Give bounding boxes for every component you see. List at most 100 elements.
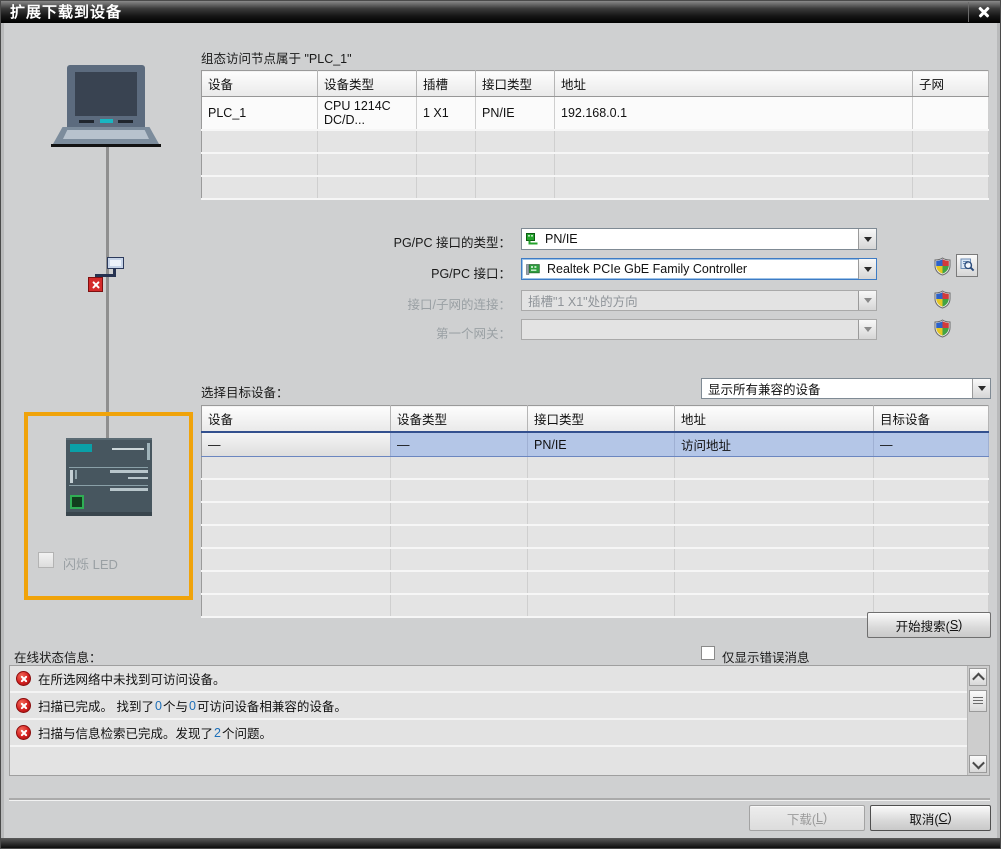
table-cell	[390, 571, 528, 595]
column-header[interactable]: 设备	[201, 70, 318, 97]
table-cell	[873, 456, 989, 480]
table-cell	[201, 130, 318, 154]
table-cell	[201, 502, 391, 526]
column-header[interactable]: 设备类型	[390, 405, 528, 433]
pgpc-interface-value: Realtek PCIe GbE Family Controller	[547, 262, 748, 276]
table-cell	[201, 525, 391, 549]
footer-separator	[9, 798, 990, 801]
filter-value: 显示所有兼容的设备	[708, 383, 821, 397]
table-cell	[201, 153, 318, 177]
browse-interface-button[interactable]	[956, 254, 978, 277]
errors-only-checkbox[interactable]	[701, 646, 715, 660]
start-search-button[interactable]: 开始搜索(S)	[867, 612, 991, 638]
window-bottom-frame	[1, 838, 1000, 848]
table-cell	[317, 153, 417, 177]
network-card-icon	[526, 263, 540, 275]
table-cell	[674, 594, 874, 618]
table-cell	[873, 525, 989, 549]
uac-shield-icon	[933, 289, 952, 310]
configured-nodes-table[interactable]: 设备 设备类型 插槽 接口类型 地址 子网 PLC_1 CPU 1214C DC/D... 1 …	[201, 70, 989, 200]
table-cell	[674, 479, 874, 503]
status-message[interactable]: 在所选网络中未找到可访问设备。	[10, 666, 967, 693]
status-message[interactable]: 扫描已完成。 找到了 0 个与 0 可访问设备相兼容的设备。	[10, 693, 967, 720]
column-header[interactable]: 目标设备	[873, 405, 989, 433]
flash-led-checkbox	[38, 552, 54, 568]
table-cell: —	[201, 431, 391, 457]
table-cell	[674, 571, 874, 595]
table-cell	[873, 548, 989, 572]
message-text: 可访问设备相兼容的设备。	[196, 700, 347, 714]
pgpc-type-label: PG/PC 接口的类型：	[393, 236, 511, 250]
message-text: 扫描已完成。 找到了	[38, 700, 154, 714]
table-cell	[527, 456, 675, 480]
table-cell	[554, 130, 913, 154]
table-cell	[201, 571, 391, 595]
table-cell	[475, 130, 555, 154]
column-header[interactable]: 插槽	[416, 70, 476, 97]
column-header[interactable]: 地址	[674, 405, 874, 433]
table-cell: PN/IE	[527, 431, 675, 457]
message-text: 在所选网络中未找到可访问设备。	[38, 673, 226, 687]
column-header[interactable]: 接口类型	[475, 70, 555, 97]
error-icon	[16, 725, 31, 740]
empty-row	[201, 571, 989, 595]
close-button[interactable]	[968, 2, 999, 22]
table-cell	[674, 502, 874, 526]
chevron-down-icon[interactable]	[858, 259, 876, 279]
table-cell: 192.168.0.1	[554, 96, 913, 131]
message-scrollbar[interactable]	[967, 666, 989, 775]
pgpc-type-value: PN/IE	[545, 232, 578, 246]
table-cell	[527, 502, 675, 526]
table-cell: CPU 1214C DC/D...	[317, 96, 417, 131]
column-header[interactable]: 设备类型	[317, 70, 417, 97]
selected-table-row[interactable]: — — PN/IE 访问地址 —	[201, 431, 989, 457]
pgpc-type-select[interactable]: PN/IE	[521, 228, 877, 250]
table-cell	[554, 153, 913, 177]
scrollbar-thumb[interactable]	[969, 690, 987, 712]
chevron-down-icon	[858, 291, 876, 310]
error-badge-icon	[88, 277, 103, 292]
table-cell	[390, 502, 528, 526]
column-header[interactable]: 地址	[554, 70, 913, 97]
compatible-devices-filter-select[interactable]: 显示所有兼容的设备	[701, 378, 991, 399]
magnifier-icon	[960, 258, 974, 272]
table-cell: PN/IE	[475, 96, 555, 131]
table-cell	[475, 153, 555, 177]
scroll-down-button[interactable]	[969, 755, 987, 773]
subnet-connection-select: 插槽"1 X1"处的方向	[521, 290, 877, 311]
subnet-connection-value: 插槽"1 X1"处的方向	[528, 295, 638, 309]
table-cell	[527, 594, 675, 618]
status-message[interactable]: 扫描与信息检索已完成。发现了 2 个问题。	[10, 720, 967, 747]
column-header[interactable]: 设备	[201, 405, 391, 433]
table-cell	[201, 548, 391, 572]
empty-row	[201, 153, 989, 177]
column-header[interactable]: 子网	[912, 70, 989, 97]
column-header[interactable]: 接口类型	[527, 405, 675, 433]
pgpc-interface-select[interactable]: Realtek PCIe GbE Family Controller	[521, 258, 877, 280]
download-button: 下载(L)	[749, 805, 865, 831]
table-cell	[912, 153, 989, 177]
dialog-titlebar[interactable]: 扩展下载到设备	[1, 1, 1000, 23]
first-gateway-label: 第一个网关：	[435, 327, 511, 341]
table-cell: —	[390, 431, 528, 457]
empty-row	[201, 502, 989, 526]
chevron-up-icon	[971, 672, 985, 685]
chevron-down-icon[interactable]	[972, 379, 990, 398]
scroll-up-button[interactable]	[969, 668, 987, 686]
target-devices-table[interactable]: 设备 设备类型 接口类型 地址 目标设备 — — PN/IE 访问地址 —	[201, 405, 989, 618]
chevron-down-icon	[971, 756, 985, 769]
table-cell: 1 X1	[416, 96, 476, 131]
pgpc-interface-label: PG/PC 接口：	[431, 267, 511, 281]
table-cell	[416, 130, 476, 154]
table-cell	[873, 571, 989, 595]
table-row[interactable]: PLC_1 CPU 1214C DC/D... 1 X1 PN/IE 192.168.0…	[201, 96, 989, 131]
chevron-down-icon[interactable]	[858, 229, 876, 249]
table-cell	[390, 594, 528, 618]
table-cell	[674, 548, 874, 572]
cancel-button[interactable]: 取消(C)	[870, 805, 991, 831]
plc-device-image[interactable]	[66, 438, 152, 516]
dialog-title: 扩展下载到设备	[10, 4, 123, 21]
empty-row	[201, 176, 989, 200]
table-cell: PLC_1	[201, 96, 318, 131]
status-message-list: 在所选网络中未找到可访问设备。扫描已完成。 找到了 0 个与 0 可访问设备相兼…	[9, 665, 990, 776]
